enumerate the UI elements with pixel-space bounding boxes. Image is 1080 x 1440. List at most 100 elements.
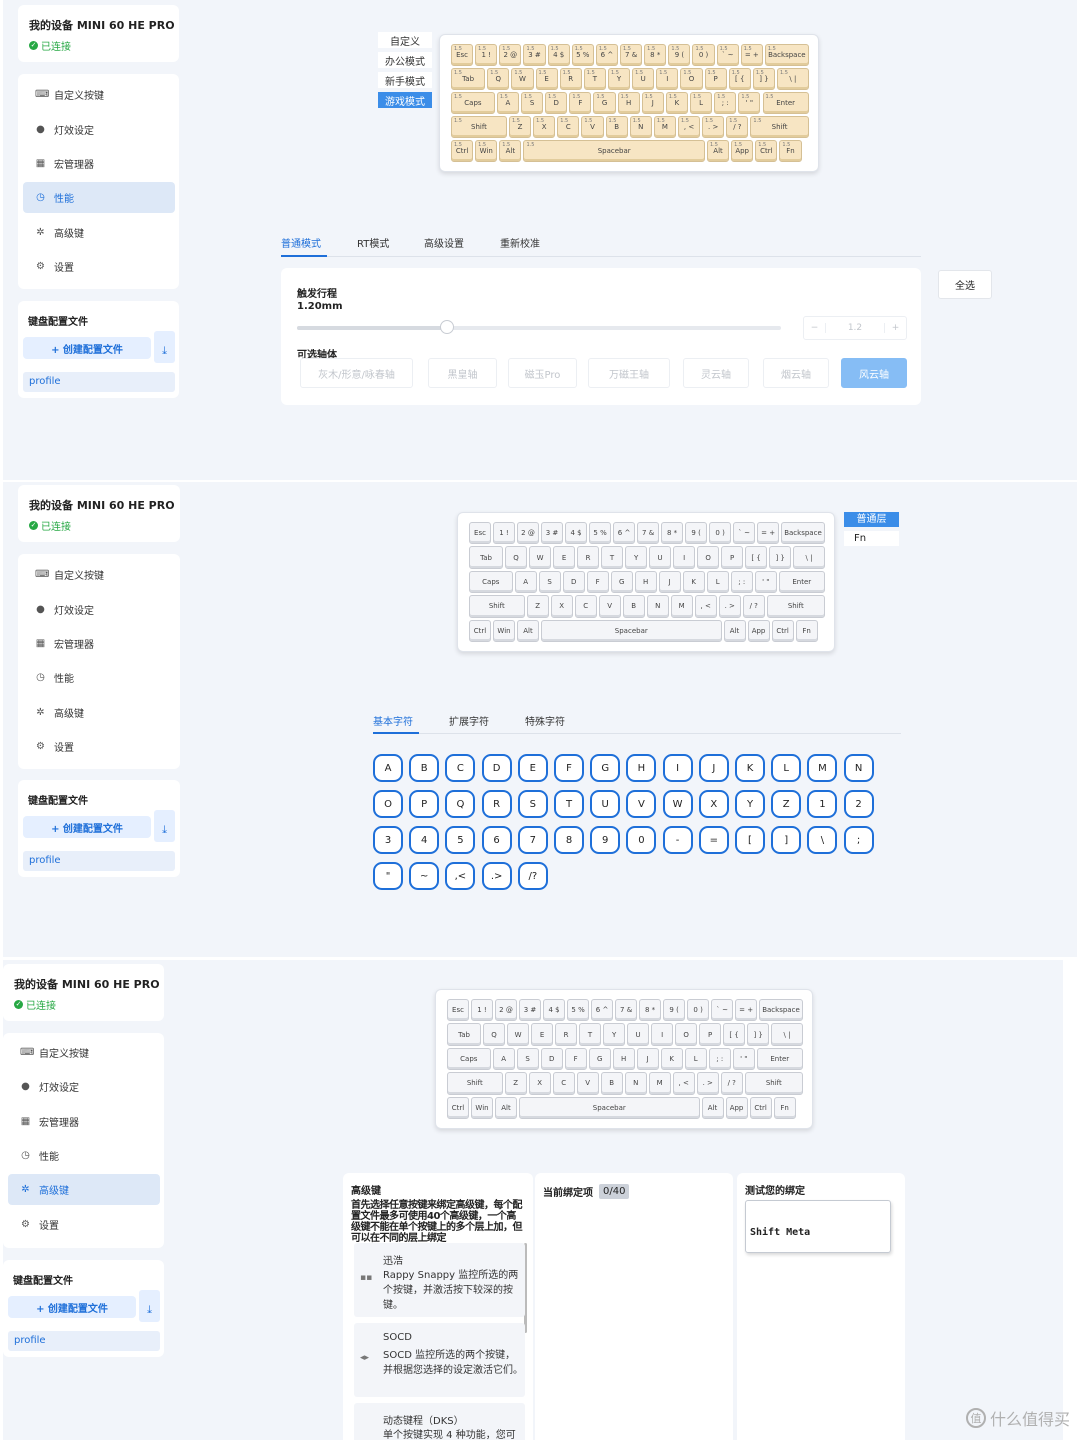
profile-item[interactable]: profile (8, 1331, 160, 1351)
key-4-1[interactable]: Win 1.5 (475, 140, 498, 162)
key-4-5[interactable]: App 1.5 (731, 140, 754, 162)
key-2-8[interactable]: K (660, 1047, 683, 1071)
key-4-4[interactable]: Alt 1.5 (706, 140, 730, 162)
key-0-0[interactable]: Esc (447, 999, 469, 1022)
key-4-6[interactable]: Ctrl (749, 1096, 772, 1119)
key-3-2[interactable]: X 1.5 (533, 116, 556, 138)
char-key[interactable]: X (698, 790, 729, 818)
key-0-10[interactable]: 0 ) 1.5 (692, 44, 715, 66)
key-2-12[interactable]: Enter (778, 570, 825, 594)
key-1-11[interactable]: [ { (745, 546, 768, 569)
key-3-7[interactable]: M (648, 1072, 671, 1095)
key-0-9[interactable]: 9 (1.5 (668, 44, 691, 66)
key-0-8[interactable]: 8 * (639, 999, 662, 1022)
key-1-13[interactable]: \ | (793, 546, 825, 569)
advanced-item-dks[interactable]: 动态键程（DKS） 单个按键实现 4 种功能，您可 (354, 1403, 525, 1440)
key-3-1[interactable]: Z 1.5 (508, 116, 532, 138)
advanced-item-socd[interactable]: ◂▸ SOCD SOCD 监控所选的两个按键，并根据您选择的设定激活它们。 (354, 1323, 525, 1397)
key-4-6[interactable]: Ctrl (771, 619, 794, 642)
key-1-10[interactable]: P (699, 1023, 722, 1046)
char-key[interactable]: C (445, 754, 476, 782)
key-2-10[interactable]: ; : (708, 1047, 731, 1071)
key-2-7[interactable]: J (636, 1047, 659, 1071)
key-3-0[interactable]: Shift (469, 595, 525, 618)
switch-option-4[interactable]: 万磁王轴 (588, 358, 670, 388)
key-0-1[interactable]: 1 ! 1.5 (475, 44, 498, 66)
key-0-8[interactable]: 8 * 1.5 (644, 44, 667, 66)
key-1-9[interactable]: O (675, 1023, 698, 1046)
key-2-4[interactable]: F (586, 570, 609, 594)
char-key[interactable]: D (481, 754, 512, 782)
key-3-3[interactable]: C 1.5 (557, 116, 580, 138)
tab-normal-mode[interactable]: 普通模式 (281, 235, 321, 250)
tab-recalibrate[interactable]: 重新校准 (500, 235, 540, 250)
key-0-11[interactable]: ` ~1.5 (716, 44, 739, 66)
char-key[interactable]: ~ (409, 862, 440, 890)
profile-item[interactable]: profile (23, 851, 175, 871)
key-4-4[interactable]: Alt (701, 1096, 724, 1119)
key-2-1[interactable]: A 1.5 (496, 92, 520, 114)
switch-option-5[interactable]: 灵云轴 (683, 358, 749, 388)
key-2-10[interactable]: ; :1.5 (714, 92, 737, 114)
key-0-1[interactable]: 1 ! (471, 999, 493, 1022)
key-3-2[interactable]: X (528, 1072, 551, 1095)
key-3-0[interactable]: Shift (447, 1072, 503, 1095)
key-0-10[interactable]: 0 ) (709, 522, 732, 545)
key-1-5[interactable]: T (579, 1023, 602, 1046)
key-1-4[interactable]: R 1.5 (559, 68, 582, 90)
switch-option-7[interactable]: 风云轴 (841, 358, 907, 388)
char-key[interactable]: \ (807, 826, 838, 854)
key-0-7[interactable]: 7 & 1.5 (620, 44, 643, 66)
key-3-1[interactable]: Z (526, 595, 549, 618)
menu-item-advanced[interactable]: ✲ 高级键 (8, 1174, 160, 1205)
char-key[interactable]: 7 (517, 826, 548, 854)
switch-option-1[interactable]: 灰木/形意/咏春轴 (300, 358, 413, 388)
key-2-2[interactable]: S 1.5 (521, 92, 544, 114)
key-1-7[interactable]: U (627, 1023, 650, 1046)
menu-item-settings[interactable]: ⚙ 设置 (23, 731, 175, 762)
key-1-0[interactable]: Tab 1.5 (451, 68, 486, 90)
key-2-5[interactable]: G 1.5 (593, 92, 616, 114)
key-2-5[interactable]: G (610, 570, 633, 594)
key-2-3[interactable]: D (540, 1047, 563, 1071)
char-key[interactable]: - (662, 826, 693, 854)
char-key[interactable]: H (626, 754, 657, 782)
char-key[interactable]: W (662, 790, 693, 818)
char-key[interactable]: O (373, 790, 403, 818)
key-4-1[interactable]: Win (493, 619, 515, 642)
key-0-12[interactable]: = + (757, 522, 780, 545)
key-1-7[interactable]: U (649, 546, 672, 569)
char-key[interactable]: L (771, 754, 802, 782)
key-3-3[interactable]: C (574, 595, 597, 618)
key-0-7[interactable]: 7 & (615, 999, 638, 1022)
profile-item[interactable]: profile (23, 372, 175, 392)
switch-option-3[interactable]: 磁玉Pro (508, 358, 577, 388)
char-key[interactable]: Z (771, 790, 802, 818)
key-0-6[interactable]: 6 ^ 1.5 (595, 44, 619, 66)
key-4-3[interactable]: Spacebar 1.5 (523, 140, 705, 162)
char-key[interactable]: I (662, 754, 693, 782)
mode-custom[interactable]: 自定义 (378, 32, 432, 48)
key-2-6[interactable]: H (612, 1047, 635, 1071)
key-0-12[interactable]: = +1.5 (740, 44, 763, 66)
key-4-0[interactable]: Ctrl (447, 1096, 469, 1119)
create-profile-button[interactable]: + 创建配置文件 (23, 337, 151, 359)
key-0-12[interactable]: = + (735, 999, 758, 1022)
char-key[interactable]: ; (843, 826, 874, 854)
key-1-2[interactable]: W (507, 1023, 530, 1046)
key-3-1[interactable]: Z (504, 1072, 527, 1095)
char-key[interactable]: J (698, 754, 729, 782)
create-profile-button[interactable]: + 创建配置文件 (23, 816, 151, 838)
mode-office[interactable]: 办公模式 (378, 52, 432, 68)
key-0-1[interactable]: 1 ! (493, 522, 515, 545)
key-1-6[interactable]: Y (603, 1023, 626, 1046)
mode-beginner[interactable]: 新手模式 (378, 72, 432, 88)
key-1-8[interactable]: I (651, 1023, 674, 1046)
key-3-9[interactable]: . >1.5 (702, 116, 725, 138)
key-0-7[interactable]: 7 & (637, 522, 660, 545)
key-4-1[interactable]: Win (471, 1096, 493, 1119)
char-key[interactable]: A (373, 754, 403, 782)
key-0-3[interactable]: 3 # (541, 522, 564, 545)
char-key[interactable]: F (554, 754, 584, 782)
char-key[interactable]: .> (481, 862, 512, 890)
